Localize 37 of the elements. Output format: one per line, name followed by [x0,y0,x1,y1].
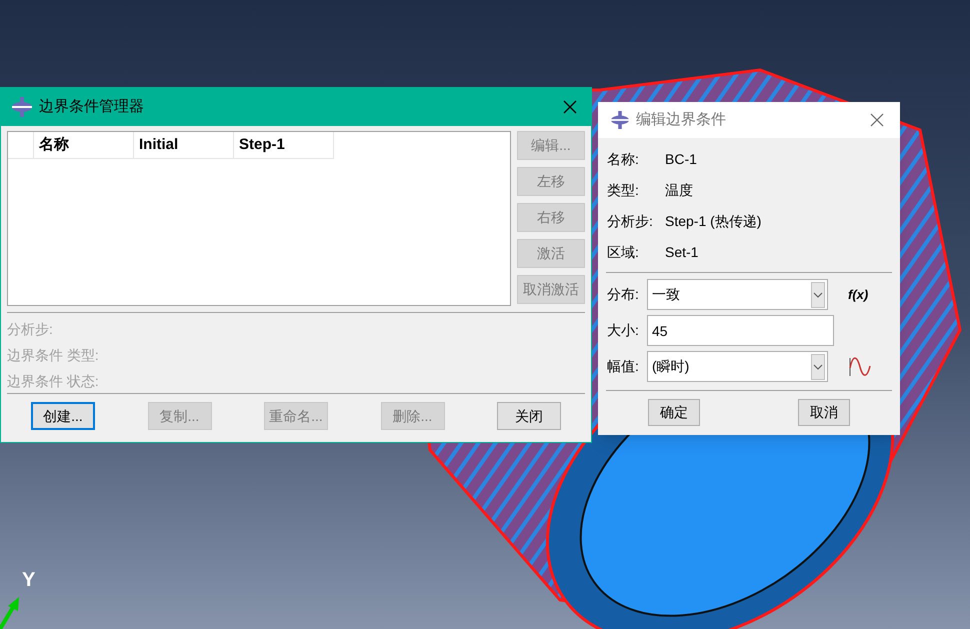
input-field[interactable]: 45 [647,315,834,346]
dropdown-value: 一致 [652,285,681,304]
field-label: 幅值: [607,357,640,376]
field-value: Set-1 [665,243,698,262]
app-icon [11,97,33,117]
field-label: 分析步: [607,212,654,231]
field-value: 温度 [665,181,693,200]
dialog-button[interactable]: 关闭 [497,402,561,430]
app-icon [610,111,630,129]
close-icon [870,113,884,127]
field-label: 分布: [607,285,640,304]
field-label: 大小: [607,321,640,340]
dropdown[interactable]: 一致 [647,279,828,310]
info-label: 边界条件 类型: [7,346,100,365]
dialog-button[interactable]: 取消 [798,399,850,426]
column-header: Step-1 [234,132,334,159]
window-title: 编辑边界条件 [636,110,726,130]
info-label: 分析步: [7,320,54,339]
function-button[interactable]: f(x) [848,284,868,304]
dropdown[interactable]: (瞬时) [647,351,828,382]
axis-label: Y [22,568,36,593]
field-value: BC-1 [665,150,697,169]
field-value: Step-1 (热传递) [665,212,762,231]
window-title: 边界条件管理器 [39,96,144,117]
close-icon [563,100,577,114]
column-header: Initial [134,132,234,159]
column-header [8,132,34,159]
column-header: 名称 [34,132,134,159]
info-label: 边界条件 状态: [7,372,100,391]
axis-arrow-icon [0,597,19,629]
dialog-button[interactable]: 创建... [31,402,95,430]
amplitude-wave-icon[interactable] [848,356,872,378]
field-label: 名称: [607,150,640,169]
dropdown-value: (瞬时) [652,357,690,376]
field-label: 区域: [607,243,640,262]
field-label: 类型: [607,181,640,200]
dialog-button[interactable]: 确定 [648,399,700,426]
